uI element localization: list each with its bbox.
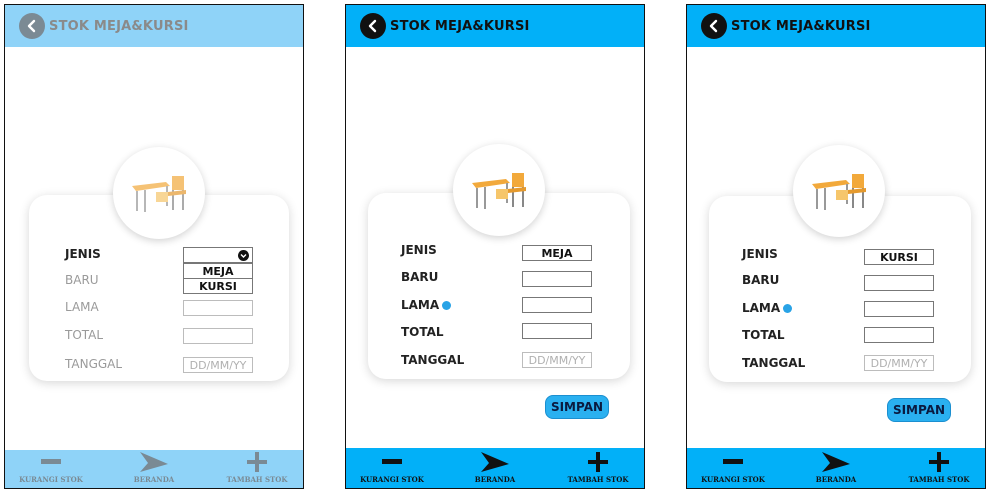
app-bar: STOK MEJA&KURSI: [5, 5, 303, 47]
label-jenis: JENIS: [742, 247, 778, 261]
page-title: STOK MEJA&KURSI: [731, 18, 871, 34]
label-baru: BARU: [742, 273, 780, 287]
jenis-select[interactable]: KURSI: [864, 249, 934, 265]
back-arrow-icon: [709, 19, 718, 33]
tanggal-placeholder: DD/MM/YY: [528, 353, 586, 367]
label-tanggal: TANGGAL: [401, 353, 465, 367]
nav-label-kurangi: KURANGI STOK: [701, 475, 765, 484]
desk-chair-icon: [472, 173, 526, 209]
dropdown-option-kursi-label: KURSI: [199, 279, 237, 293]
phone-screen-1: STOK MEJA&KURSI JENIS BARU LAMA TOTAL TA…: [4, 4, 304, 489]
label-total: TOTAL: [401, 325, 444, 339]
nav-tambah-stok[interactable]: TAMBAH STOK: [558, 451, 638, 484]
nav-beranda[interactable]: BERANDA: [796, 451, 876, 484]
label-lama-text: LAMA: [742, 301, 781, 315]
tanggal-placeholder: DD/MM/YY: [189, 358, 247, 372]
item-image: [453, 144, 545, 236]
dropdown-option-meja[interactable]: MEJA: [183, 263, 253, 279]
back-arrow-icon: [27, 19, 36, 33]
desk-chair-icon: [132, 176, 186, 212]
nav-kurangi-stok[interactable]: KURANGI STOK: [352, 451, 432, 484]
total-input[interactable]: [522, 323, 592, 339]
simpan-button[interactable]: SIMPAN: [887, 398, 951, 422]
back-button[interactable]: [701, 13, 727, 39]
label-baru: BARU: [65, 273, 99, 287]
nav-tambah-stok[interactable]: TAMBAH STOK: [217, 451, 297, 484]
status-dot: [442, 301, 452, 310]
tanggal-placeholder: DD/MM/YY: [870, 356, 928, 370]
label-baru: BARU: [401, 270, 439, 284]
nav-kurangi-stok[interactable]: KURANGI STOK: [11, 451, 91, 484]
page-title: STOK MEJA&KURSI: [49, 18, 189, 34]
tanggal-input[interactable]: DD/MM/YY: [522, 352, 592, 368]
minus-icon: [41, 459, 61, 464]
label-lama: LAMA: [65, 300, 99, 314]
plane-icon: [481, 452, 509, 472]
dropdown-option-kursi[interactable]: KURSI: [183, 278, 253, 294]
back-arrow-icon: [368, 19, 377, 33]
back-button[interactable]: [19, 13, 45, 39]
nav-label-tambah: TAMBAH STOK: [908, 475, 970, 484]
nav-beranda[interactable]: BERANDA: [114, 451, 194, 484]
plane-icon: [822, 452, 850, 472]
tanggal-input[interactable]: DD/MM/YY: [183, 357, 253, 373]
jenis-select[interactable]: [183, 247, 253, 263]
status-dot: [783, 304, 793, 313]
plus-icon: [247, 452, 267, 472]
desk-chair-icon: [812, 174, 866, 210]
simpan-button[interactable]: SIMPAN: [545, 395, 609, 419]
bottom-nav: KURANGI STOK BERANDA TAMBAH STOK: [687, 448, 985, 488]
jenis-select-value: KURSI: [880, 250, 918, 264]
lama-input[interactable]: [864, 301, 934, 317]
plus-icon: [929, 452, 949, 472]
tanggal-input[interactable]: DD/MM/YY: [864, 355, 934, 371]
nav-label-beranda: BERANDA: [133, 475, 175, 484]
bottom-nav: KURANGI STOK BERANDA TAMBAH STOK: [5, 450, 303, 488]
total-input[interactable]: [864, 327, 934, 343]
minus-icon: [723, 459, 743, 464]
label-jenis: JENIS: [401, 243, 437, 257]
plane-icon: [140, 452, 168, 472]
label-tanggal: TANGGAL: [742, 356, 806, 370]
nav-label-tambah: TAMBAH STOK: [226, 475, 288, 484]
baru-input[interactable]: [522, 271, 592, 287]
chevron-down-icon: [238, 249, 249, 261]
back-button[interactable]: [360, 13, 386, 39]
dropdown-option-meja-label: MEJA: [202, 264, 234, 278]
phone-screen-2: STOK MEJA&KURSI JENIS BARU LAMA TOTAL TA…: [345, 4, 645, 489]
item-image: [793, 145, 885, 237]
minus-icon: [382, 459, 402, 464]
label-jenis: JENIS: [65, 247, 101, 261]
label-lama: LAMA: [742, 301, 793, 315]
label-total: TOTAL: [65, 328, 104, 342]
jenis-select-value: MEJA: [541, 246, 573, 260]
nav-beranda[interactable]: BERANDA: [455, 451, 535, 484]
bottom-nav: KURANGI STOK BERANDA TAMBAH STOK: [346, 448, 644, 488]
label-tanggal: TANGGAL: [65, 357, 123, 371]
jenis-select[interactable]: MEJA: [522, 245, 592, 261]
nav-label-kurangi: KURANGI STOK: [360, 475, 424, 484]
nav-label-tambah: TAMBAH STOK: [567, 475, 629, 484]
nav-kurangi-stok[interactable]: KURANGI STOK: [693, 451, 773, 484]
lama-input[interactable]: [183, 300, 253, 316]
nav-tambah-stok[interactable]: TAMBAH STOK: [899, 451, 979, 484]
nav-label-beranda: BERANDA: [474, 475, 516, 484]
item-image: [113, 147, 205, 239]
lama-input[interactable]: [522, 297, 592, 313]
label-lama: LAMA: [401, 298, 452, 312]
baru-input[interactable]: [864, 275, 934, 291]
page-title: STOK MEJA&KURSI: [390, 18, 530, 34]
label-total: TOTAL: [742, 328, 785, 342]
nav-label-kurangi: KURANGI STOK: [19, 475, 83, 484]
label-lama-text: LAMA: [401, 298, 440, 312]
total-input[interactable]: [183, 328, 253, 344]
phone-screen-3: STOK MEJA&KURSI JENIS BARU LAMA TOTAL TA…: [686, 4, 986, 489]
app-bar: STOK MEJA&KURSI: [687, 5, 985, 47]
app-bar: STOK MEJA&KURSI: [346, 5, 644, 47]
plus-icon: [588, 452, 608, 472]
nav-label-beranda: BERANDA: [815, 475, 857, 484]
